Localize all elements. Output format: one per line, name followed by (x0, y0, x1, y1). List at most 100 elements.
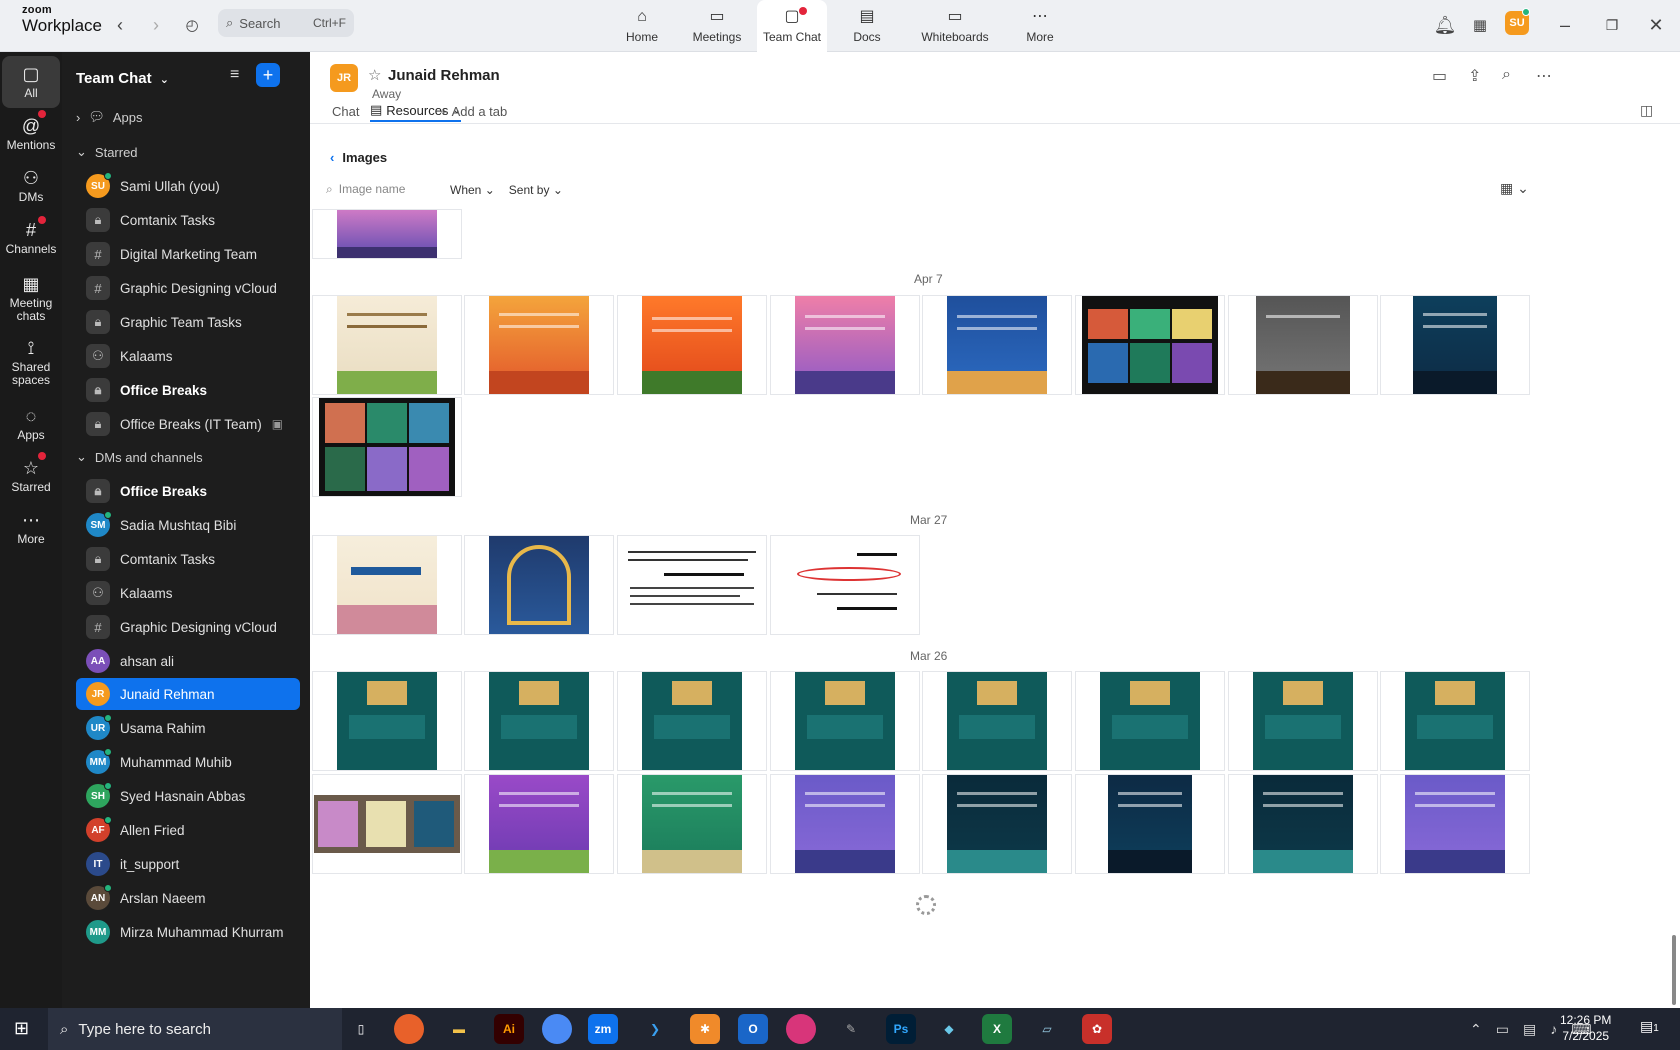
image-thumbnail[interactable] (922, 295, 1072, 395)
back-arrow-icon[interactable]: ‹ (108, 13, 132, 37)
rail-all[interactable]: ▢ All (2, 56, 60, 108)
sidebar-item-graphic-designing-vcloud[interactable]: # Graphic Designing vCloud (76, 611, 300, 643)
image-thumbnail[interactable] (1380, 671, 1530, 771)
sidebar-item-mirza-muhammad-khurram[interactable]: MM Mirza Muhammad Khurram (76, 916, 300, 948)
nav-tab-home[interactable]: ⌂ Home (614, 0, 670, 52)
image-thumbnail[interactable] (1075, 774, 1225, 874)
chevron-up-icon[interactable]: ⌃ (1470, 1021, 1482, 1038)
nav-tab-docs[interactable]: ▤ Docs (838, 0, 896, 52)
sidebar-item-usama-rahim[interactable]: UR Usama Rahim (76, 712, 300, 744)
image-search-input[interactable]: ⌕ Image name (326, 182, 436, 197)
forward-arrow-icon[interactable]: › (144, 13, 168, 37)
sidebar-item-kalaams[interactable]: ⚇ Kalaams (76, 340, 300, 372)
photoshop-icon[interactable]: Ps (886, 1014, 916, 1044)
clock[interactable]: 12:26 PM 7/2/2025 (1560, 1012, 1611, 1044)
zoom-app-icon[interactable]: zm (588, 1014, 618, 1044)
starred-section-header[interactable]: ⌄ Starred (76, 140, 138, 164)
sidebar-item-junaid-rehman[interactable]: JR Junaid Rehman (76, 678, 300, 710)
rail-channels[interactable]: # Channels (2, 212, 60, 264)
filter-icon[interactable]: ≡ (230, 66, 239, 84)
taskbar-search[interactable]: ⌕ Type here to search (48, 1008, 342, 1050)
image-thumbnail[interactable] (312, 774, 462, 874)
image-thumbnail[interactable] (922, 774, 1072, 874)
image-thumbnail[interactable] (770, 295, 920, 395)
avatar[interactable]: JR (330, 64, 358, 92)
close-icon[interactable]: ✕ (1644, 13, 1668, 37)
maximize-icon[interactable]: ❐ (1600, 13, 1624, 37)
rail-starred[interactable]: ☆ Starred (2, 450, 60, 502)
image-thumbnail[interactable] (312, 671, 462, 771)
image-thumbnail[interactable] (770, 774, 920, 874)
creative-cloud-icon[interactable] (786, 1014, 816, 1044)
sidebar-title[interactable]: Team Chat ⌄ (76, 70, 169, 87)
sidebar-item-comtanix-tasks[interactable]: 🔒︎ Comtanix Tasks (76, 543, 300, 575)
xampp-icon[interactable]: ✱ (690, 1014, 720, 1044)
image-thumbnail[interactable] (312, 295, 462, 395)
vscode-icon[interactable]: ❯ (640, 1014, 670, 1044)
calendar-icon[interactable]: ▦ (1468, 13, 1492, 37)
windows-start-icon[interactable]: ⊞ (14, 1018, 29, 1039)
dms-section-header[interactable]: ⌄ DMs and channels (76, 445, 203, 469)
image-thumbnail[interactable] (312, 397, 462, 497)
video-call-icon[interactable]: ▭ (1432, 66, 1447, 86)
app-diamond-icon[interactable]: ◆ (934, 1014, 964, 1044)
image-thumbnail[interactable] (464, 774, 614, 874)
rail-meeting-chats[interactable]: ▦ Meeting chats (2, 268, 60, 328)
rail-apps[interactable]: ◌ Apps (2, 398, 60, 450)
rail-more[interactable]: ⋯ More (2, 502, 60, 554)
image-thumbnail[interactable] (617, 295, 767, 395)
image-thumbnail[interactable] (617, 671, 767, 771)
display-icon[interactable]: ▭ (1496, 1021, 1509, 1038)
history-icon[interactable]: ◴ (180, 13, 204, 37)
conversation-name[interactable]: Junaid Rehman (388, 67, 500, 84)
image-thumbnail[interactable] (770, 535, 920, 635)
excel-icon[interactable]: X (982, 1014, 1012, 1044)
rail-shared-spaces[interactable]: ⟟ Shared spaces (2, 332, 60, 392)
pen-tool-icon[interactable]: ✎ (836, 1014, 866, 1044)
notepad-icon[interactable]: ▱ (1032, 1014, 1062, 1044)
chrome-icon[interactable] (542, 1014, 572, 1044)
sidebar-item-allen-fried[interactable]: AF Allen Fried (76, 814, 300, 846)
sidebar-item-muhammad-muhib[interactable]: MM Muhammad Muhib (76, 746, 300, 778)
firefox-icon[interactable] (394, 1014, 424, 1044)
more-options-icon[interactable]: ⋯ (1536, 66, 1552, 86)
bell-icon[interactable]: 🔔︎ (1433, 13, 1457, 37)
sidebar-item-graphic-designing-vcloud[interactable]: # Graphic Designing vCloud (76, 272, 300, 304)
notification-center-icon[interactable]: ▤1 (1640, 1018, 1659, 1035)
image-thumbnail[interactable] (1228, 774, 1378, 874)
sidebar-item-arslan-naeem[interactable]: AN Arslan Naeem (76, 882, 300, 914)
tab-chat[interactable]: Chat (332, 100, 359, 122)
image-thumbnail[interactable] (464, 671, 614, 771)
nav-tab-meetings[interactable]: ▭ Meetings (685, 0, 749, 52)
image-thumbnail[interactable] (1075, 295, 1225, 395)
image-thumbnail[interactable] (1380, 295, 1530, 395)
nav-tab-more[interactable]: ⋯ More (1010, 0, 1070, 52)
grid-view-icon[interactable]: ▦ ⌄ (1500, 180, 1529, 197)
image-thumbnail[interactable] (312, 535, 462, 635)
sent-by-filter[interactable]: Sent by ⌄ (509, 183, 563, 197)
rail-dms[interactable]: ⚇ DMs (2, 160, 60, 212)
image-thumbnail[interactable] (617, 774, 767, 874)
image-thumbnail[interactable] (1228, 295, 1378, 395)
add-tab-button[interactable]: + Add a tab (440, 100, 507, 122)
image-thumbnail[interactable] (1380, 774, 1530, 874)
app-red-icon[interactable]: ✿ (1082, 1014, 1112, 1044)
sidebar-item-sami-ullah[interactable]: SU Sami Ullah (you) (76, 170, 300, 202)
image-thumbnail[interactable] (312, 209, 462, 259)
image-thumbnail[interactable] (1075, 671, 1225, 771)
sidebar-item-office-breaks-it-team[interactable]: 🔒︎ Office Breaks (IT Team) ▣ (76, 408, 300, 440)
search-icon[interactable]: ⌕ (1502, 66, 1511, 84)
image-thumbnail[interactable] (922, 671, 1072, 771)
scrollbar[interactable] (1672, 935, 1676, 1005)
file-explorer-icon[interactable]: ▬ (444, 1014, 474, 1044)
volume-icon[interactable]: ♪ (1550, 1021, 1557, 1037)
search-bar[interactable]: ⌕ Search Ctrl+F (218, 9, 354, 37)
image-thumbnail[interactable] (464, 535, 614, 635)
nav-tab-whiteboards[interactable]: ▭ Whiteboards (916, 0, 994, 52)
sidebar-item-graphic-team-tasks[interactable]: 🔒︎ Graphic Team Tasks (76, 306, 300, 338)
illustrator-icon[interactable]: Ai (494, 1014, 524, 1044)
minimize-icon[interactable]: – (1553, 13, 1577, 37)
sidebar-item-office-breaks[interactable]: 🔒︎ Office Breaks (76, 475, 300, 507)
image-thumbnail[interactable] (464, 295, 614, 395)
sidebar-item-sadia-mushtaq-bibi[interactable]: SM Sadia Mushtaq Bibi (76, 509, 300, 541)
